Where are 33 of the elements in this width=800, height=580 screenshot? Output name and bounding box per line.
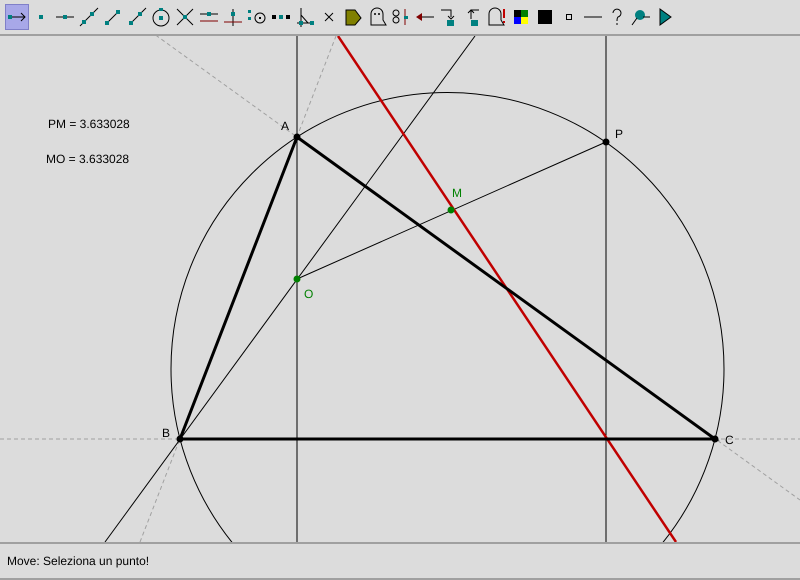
segment-icon [103,7,123,27]
status-text: Move: Seleziona un punto! [7,554,150,568]
move-tool-button[interactable] [5,4,29,30]
angle-icon [295,7,315,27]
point-label: M [452,186,462,200]
point-marker[interactable] [294,134,300,140]
dots-icon [272,15,290,19]
point-marker[interactable] [176,436,184,442]
point-marker[interactable] [448,206,454,214]
measure-icon [391,7,411,27]
palette-icon [511,7,531,27]
ghost-alert-icon [487,7,507,27]
measurement-text: MO = 3.633028 [46,152,130,166]
point-label: B [162,426,170,440]
point-label: C [725,433,734,447]
point-marker[interactable] [712,436,718,442]
point-marker[interactable] [602,138,610,146]
point-icon [39,15,43,19]
measurement-text: PM = 3.633028 [48,117,130,131]
polygon-icon [343,7,363,27]
ray-icon [127,7,147,27]
point-label: P [615,127,624,141]
intersect-icon [175,7,195,27]
point-marker[interactable] [294,276,300,282]
point-label: A [281,119,290,133]
filled-square-icon [535,7,555,27]
perpendicular-icon [223,7,243,27]
line-width-icon [584,16,602,18]
line-point-icon [56,15,74,19]
point-label: O [304,287,314,301]
line-icon [79,7,99,27]
pin-icon [631,7,651,27]
circle-icon [151,7,171,27]
